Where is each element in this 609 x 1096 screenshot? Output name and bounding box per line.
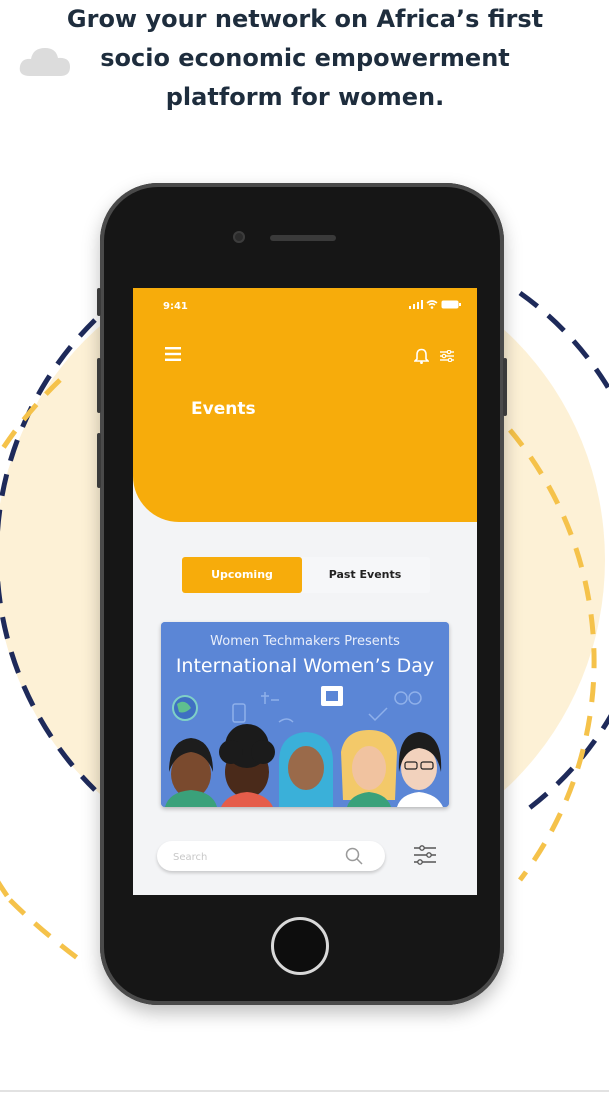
search-input[interactable] [171,847,345,867]
search-icon[interactable] [345,847,363,865]
battery-icon [441,300,461,308]
phone-mute-switch [97,288,101,316]
event-tabs: Upcoming Past Events [180,557,430,593]
events-header: 9:41 Events [133,288,477,522]
headline-line-3: platform for women. [165,83,445,111]
phone-volume-down [97,433,101,488]
status-time: 9:41 [163,301,188,312]
phone-power-button [503,358,507,416]
page-title: Events [191,399,256,419]
event-card-title: International Women’s Day [175,655,435,677]
bell-icon[interactable] [414,348,429,364]
phone-mockup: 9:41 Events Upcoming Past Events Women T… [97,183,507,1005]
promo-headline: Grow your network on Africa’s first soci… [40,0,570,117]
status-icons [408,299,461,310]
app-screen: 9:41 Events Upcoming Past Events Women T… [133,288,477,895]
phone-volume-up [97,358,101,413]
headline-line-2: socio economic empowerment [100,44,510,72]
headline-line-1: Grow your network on Africa’s first [66,5,544,33]
search-bar [157,841,385,871]
event-card[interactable]: Women Techmakers Presents International … [161,622,449,807]
signal-icon [408,299,423,309]
tab-upcoming[interactable]: Upcoming [182,557,302,593]
event-banner-illustration [161,622,449,807]
tab-past-events[interactable]: Past Events [302,557,428,593]
earpiece-speaker [270,235,336,241]
filter-sliders-icon[interactable] [440,350,454,362]
hamburger-menu-icon[interactable] [165,347,181,361]
home-button[interactable] [271,917,329,975]
bottom-divider [0,1090,609,1092]
event-card-subtitle: Women Techmakers Presents [210,634,400,649]
front-camera [233,231,245,243]
sort-sliders-icon[interactable] [414,845,436,865]
wifi-icon [426,299,438,309]
